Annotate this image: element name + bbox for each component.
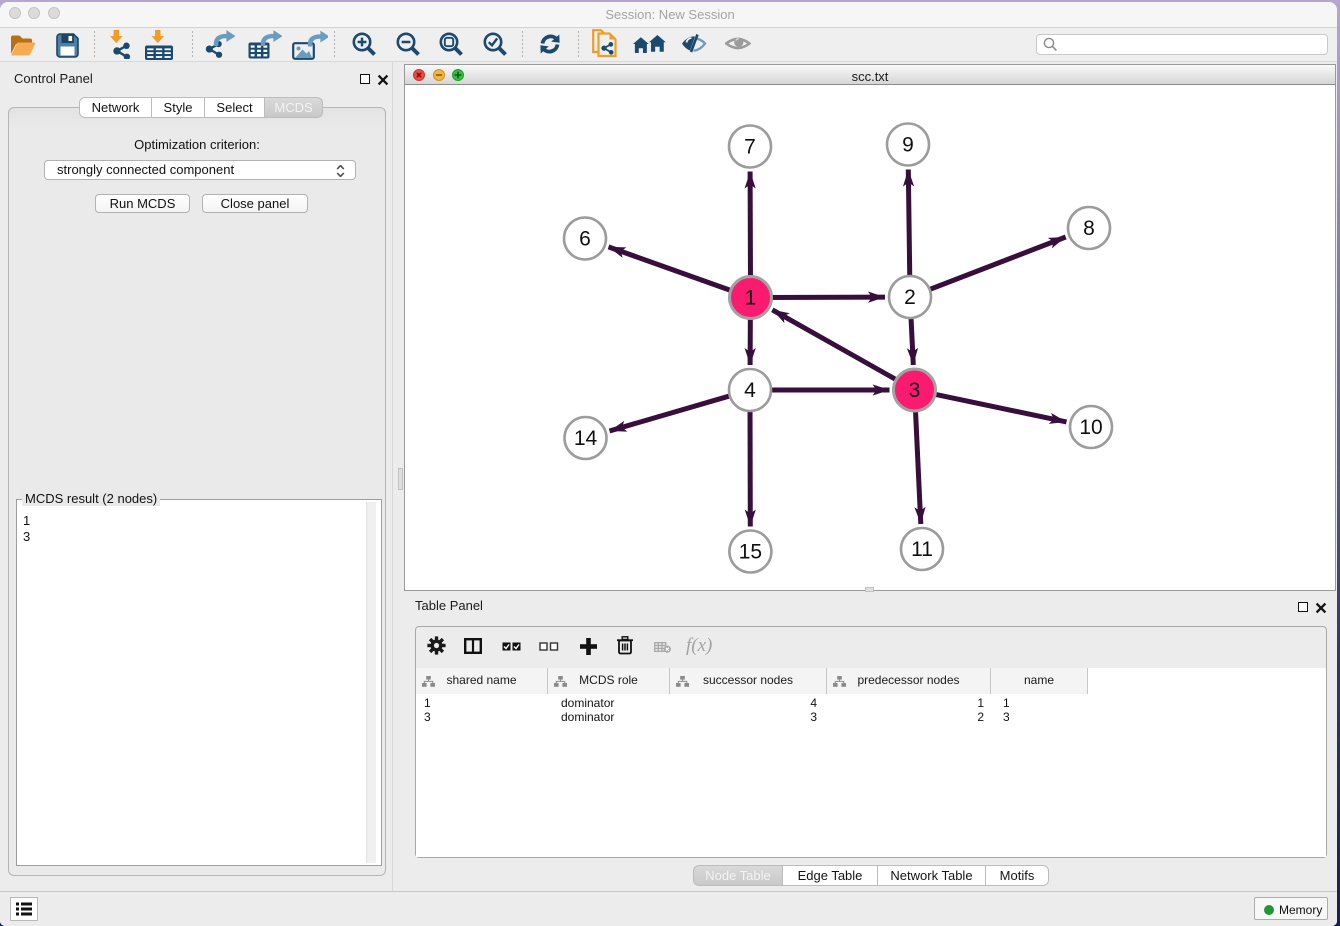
svg-text:2: 2 xyxy=(904,286,916,309)
svg-text:1: 1 xyxy=(745,287,757,310)
svg-text:6: 6 xyxy=(579,228,591,251)
svg-text:14: 14 xyxy=(574,427,598,450)
svg-text:9: 9 xyxy=(902,134,914,157)
svg-text:7: 7 xyxy=(744,136,756,159)
svg-text:15: 15 xyxy=(739,541,762,564)
svg-text:8: 8 xyxy=(1083,217,1095,240)
svg-text:4: 4 xyxy=(744,379,756,402)
svg-text:11: 11 xyxy=(911,538,933,561)
svg-text:10: 10 xyxy=(1079,416,1102,439)
svg-text:3: 3 xyxy=(909,379,921,402)
